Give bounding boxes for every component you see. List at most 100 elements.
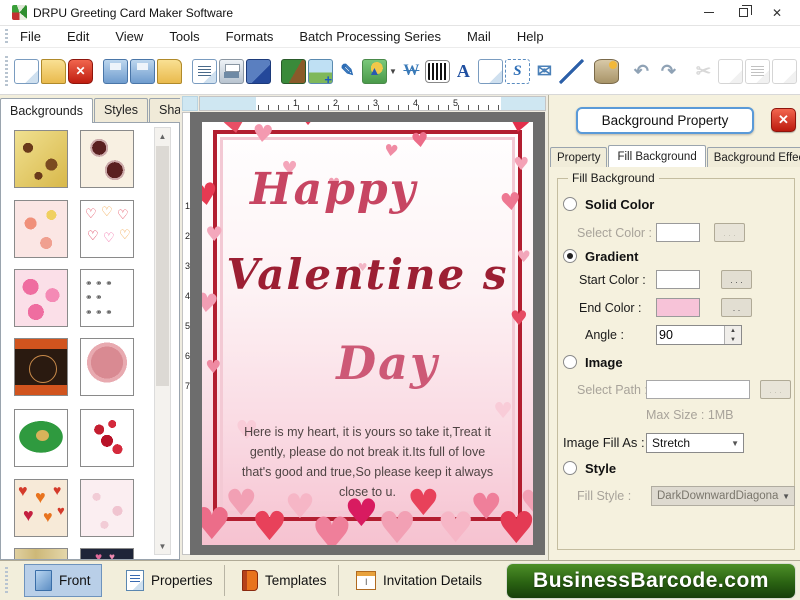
signature-icon[interactable]: S	[505, 59, 530, 84]
close-button[interactable]: ✕	[760, 2, 794, 24]
h-ruler-number: 4	[413, 98, 418, 108]
redo-icon[interactable]: ↷	[656, 59, 681, 84]
background-thumbnail-pink-hearts[interactable]	[14, 269, 68, 327]
save-icon[interactable]	[103, 59, 128, 84]
templates-button[interactable]: Templates	[232, 564, 337, 597]
background-thumbnail-wedding-couples[interactable]	[80, 269, 134, 327]
menu-view[interactable]: View	[115, 29, 143, 44]
background-thumbnail-patterned-hearts[interactable]: ♥♥♥♥♥♥	[14, 479, 68, 537]
end-color-swatch[interactable]	[656, 298, 700, 317]
print-preview-icon[interactable]	[192, 59, 217, 84]
menu-help[interactable]: Help	[517, 29, 544, 44]
background-thumbnail-heart-outlines[interactable]: ♡♡♡♡♡♡	[80, 200, 134, 258]
open-file-icon[interactable]	[41, 59, 66, 84]
end-color-browse-button[interactable]: . .	[721, 298, 752, 317]
undo-icon[interactable]: ↶	[629, 59, 654, 84]
heart-decoration: ♥	[251, 122, 275, 147]
image-fill-as-value: Stretch	[652, 436, 690, 450]
invitation-details-button[interactable]: Invitation Details	[346, 564, 492, 597]
menu-tools[interactable]: Tools	[169, 29, 199, 44]
background-property-header-button[interactable]: Background Property	[576, 107, 754, 134]
background-thumbnail-red-petals[interactable]	[80, 409, 134, 467]
scrollbar-thumb[interactable]	[156, 146, 169, 386]
card-title-line1[interactable]: Happy	[202, 164, 533, 215]
shapes-dropdown-icon[interactable]: ▼	[389, 67, 397, 76]
background-thumbnail-pink-elephant[interactable]	[80, 338, 134, 396]
scroll-up-icon[interactable]: ▲	[155, 128, 170, 144]
solid-color-swatch[interactable]	[656, 223, 700, 242]
minimize-button[interactable]	[692, 2, 726, 24]
angle-input[interactable]	[659, 326, 721, 344]
card-title-line2[interactable]: Valentine s	[202, 250, 533, 299]
background-thumbnail-pink-lace[interactable]	[80, 479, 134, 537]
close-file-icon[interactable]: ✕	[68, 59, 93, 84]
tab-styles[interactable]: Styles	[94, 98, 148, 123]
shapes-icon[interactable]: ▲	[362, 59, 387, 84]
text-page-icon[interactable]	[478, 59, 503, 84]
background-thumbnail-leaf-ganesha[interactable]	[14, 409, 68, 467]
menu-file[interactable]: File	[20, 29, 41, 44]
gallery-scrollbar[interactable]: ▲ ▼	[154, 127, 171, 555]
fill-style-dropdown[interactable]: DarkDownwardDiagona ▼	[651, 486, 795, 506]
background-thumbnail-navy-roses[interactable]: ♥♥	[80, 548, 134, 560]
select-path-browse-button[interactable]: . . .	[760, 380, 791, 399]
angle-down-icon[interactable]: ▼	[725, 335, 741, 344]
start-color-swatch[interactable]	[656, 270, 700, 289]
line-icon[interactable]	[559, 59, 584, 84]
pen-icon[interactable]: ✎	[335, 59, 360, 84]
copies-icon[interactable]	[246, 59, 271, 84]
background-thumbnail-gold-texture[interactable]	[14, 548, 68, 560]
solid-color-label: Solid Color	[585, 197, 654, 212]
restore-button[interactable]	[726, 2, 760, 24]
gradient-radio[interactable]	[563, 249, 577, 263]
paste-icon[interactable]	[745, 59, 770, 84]
tab-background-effects[interactable]: Background Effects	[707, 147, 800, 167]
menu-edit[interactable]: Edit	[67, 29, 89, 44]
heart-decoration: ♥	[437, 507, 475, 545]
new-document-icon[interactable]	[14, 59, 39, 84]
panel-close-button[interactable]: ✕	[771, 108, 796, 132]
style-radio[interactable]	[563, 461, 577, 475]
tab-backgrounds[interactable]: Backgrounds	[0, 98, 93, 123]
print-icon[interactable]	[219, 59, 244, 84]
watermark-icon[interactable]: W	[399, 59, 424, 84]
tab-fill-background[interactable]: Fill Background	[608, 145, 705, 167]
bottom-separator	[224, 565, 225, 596]
image-radio[interactable]	[563, 355, 577, 369]
solid-color-radio[interactable]	[563, 197, 577, 211]
menu-batch-processing-series[interactable]: Batch Processing Series	[299, 29, 441, 44]
mail-envelope-icon[interactable]: ✉	[532, 59, 557, 84]
add-image-icon[interactable]	[308, 59, 333, 84]
invitation-details-button-label: Invitation Details	[383, 573, 482, 588]
database-icon[interactable]	[594, 59, 619, 84]
delete-icon[interactable]	[772, 59, 797, 84]
heart-decoration: ♥	[520, 486, 533, 518]
edit-board-icon[interactable]	[281, 59, 306, 84]
barcode-icon[interactable]	[426, 61, 449, 82]
copy-icon[interactable]	[718, 59, 743, 84]
card-title-line3[interactable]: Day	[202, 336, 533, 390]
properties-button[interactable]: Properties	[116, 564, 223, 597]
background-thumbnail-brown-paisley[interactable]	[80, 130, 134, 188]
menu-gripper	[5, 29, 8, 44]
menu-mail[interactable]: Mail	[467, 29, 491, 44]
background-thumbnail-yellow-floral[interactable]	[14, 130, 68, 188]
background-thumbnail-pink-floral[interactable]	[14, 200, 68, 258]
scroll-down-icon[interactable]: ▼	[155, 538, 170, 554]
card-message[interactable]: Here is my heart, it is yours so take it…	[235, 422, 500, 502]
solid-color-browse-button[interactable]: . . .	[714, 223, 745, 242]
background-thumbnail-orange-tribal[interactable]	[14, 338, 68, 396]
cut-icon[interactable]: ✂	[691, 59, 716, 84]
tab-property[interactable]: Property	[550, 147, 607, 167]
menu-formats[interactable]: Formats	[226, 29, 274, 44]
angle-up-icon[interactable]: ▲	[725, 326, 741, 335]
save-as-icon[interactable]	[130, 59, 155, 84]
start-color-browse-button[interactable]: . . .	[721, 270, 752, 289]
greeting-card-preview[interactable]: ♥♥♥♥♥♥♥♥♥♥♥♥♥♥♥♥♥♥♥♥♥♥♥♥♥♥♥♥♥♥♥♥ Happy V…	[202, 122, 533, 545]
select-path-field[interactable]	[646, 380, 750, 399]
front-button[interactable]: Front	[24, 564, 102, 597]
image-fill-as-dropdown[interactable]: Stretch ▼	[646, 433, 744, 453]
text-icon[interactable]: A	[451, 59, 476, 84]
open-template-icon[interactable]	[157, 59, 182, 84]
angle-spinner: ▲ ▼	[656, 325, 742, 345]
